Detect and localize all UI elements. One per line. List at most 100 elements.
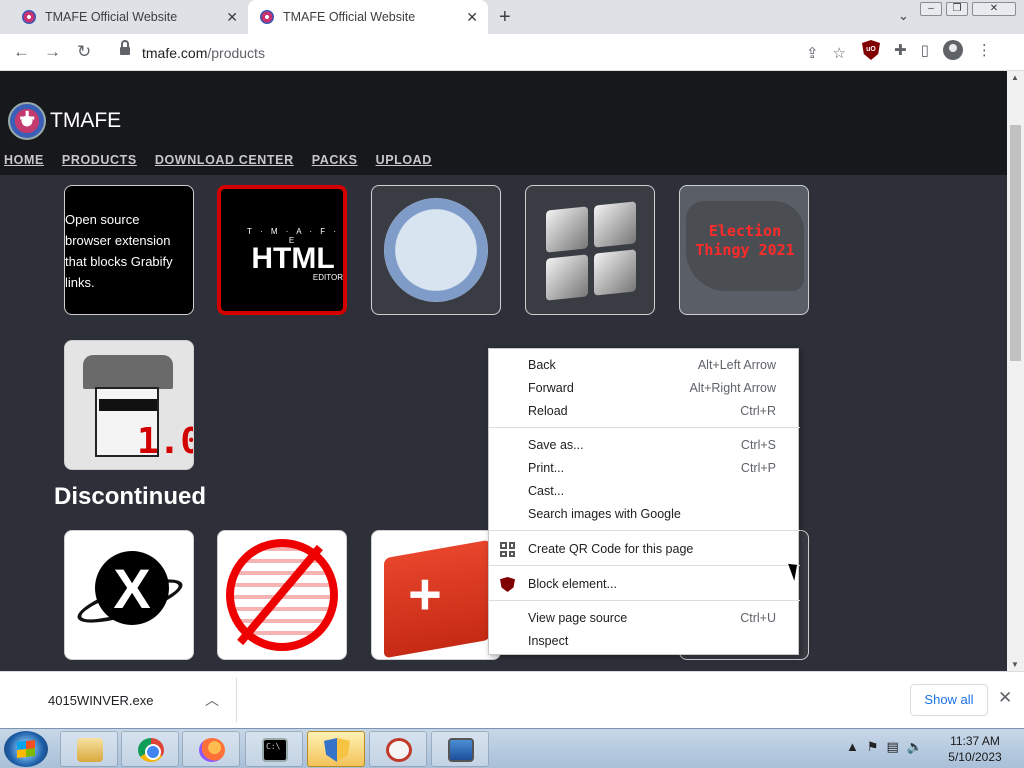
menu-label: Cast... [528,484,565,498]
start-button[interactable] [4,731,48,767]
product-tile-x-planet[interactable]: X [64,530,194,660]
window-controls: – ❐ ✕ [920,2,1016,16]
product-tile-grabify-blocker[interactable]: Open source browser extension that block… [64,185,194,315]
product-tile-html-editor[interactable]: T · M · A · F · E HTML EDITOR [217,185,347,315]
close-download-bar-icon[interactable]: ✕ [998,688,1012,708]
volume-icon[interactable]: 🔈 [907,739,923,755]
taskbar-security[interactable] [307,731,365,767]
lock-icon[interactable] [120,40,130,56]
command-prompt-icon: C:\ [262,738,288,762]
taskbar-snipping-tool[interactable] [369,731,427,767]
close-window-icon[interactable]: ✕ [972,2,1016,16]
url-text[interactable]: tmafe.com/products [142,45,265,61]
menu-separator [489,530,800,531]
scrollbar-thumb[interactable] [1010,125,1021,361]
clock-time: 11:37 AM [950,734,1000,748]
taskbar-cmd[interactable]: C:\ [245,731,303,767]
ublock-extension-icon[interactable]: uO [862,40,880,60]
menu-shortcut: Alt+Right Arrow [689,381,777,395]
page-scrollbar[interactable]: ▲ ▼ [1007,71,1024,671]
product-tile-calendar[interactable]: + [371,530,501,660]
product-tile-no-death[interactable] [217,530,347,660]
tab-search-chevron-icon[interactable]: ⌄ [898,8,909,24]
browser-window: TMAFE Official Website ✕ TMAFE Official … [0,0,1024,728]
menu-shortcut: Ctrl+U [740,611,776,625]
menu-item-reload[interactable]: Reload Ctrl+R [489,400,800,423]
monitor-icon [448,738,474,762]
folder-icon [77,738,103,762]
menu-item-cast[interactable]: Cast... [489,480,800,503]
tab-inactive[interactable]: TMAFE Official Website ✕ [0,0,248,34]
new-tab-icon[interactable]: + [499,6,511,29]
taskbar-explorer[interactable] [60,731,118,767]
download-item[interactable]: 4015WINVER.exe [48,693,154,708]
nav-home-link[interactable]: HOME [4,153,44,167]
restore-icon[interactable]: ❐ [946,2,968,16]
product-tile-election-thingy[interactable]: Election Thingy 2021 [679,185,809,315]
tab-active[interactable]: TMAFE Official Website ✕ [248,0,488,34]
close-tab-icon[interactable]: ✕ [466,9,478,26]
sunglasses-icon [99,399,157,411]
download-bar: 4015WINVER.exe ︿ Show all ✕ [0,671,1024,728]
system-clock[interactable]: 11:37 AM 5/10/2023 [946,733,1004,765]
menu-item-block-element[interactable]: Block element... [489,573,800,596]
bookmark-star-icon[interactable]: ☆ [833,44,846,62]
taskbar-firefox[interactable] [182,731,240,767]
side-panel-icon[interactable]: ▯ [921,41,929,59]
spy-version-label: 1.0 [137,421,193,462]
menu-item-search-images[interactable]: Search images with Google [489,503,800,526]
compass-icon [384,198,488,302]
menu-item-save-as[interactable]: Save as... Ctrl+S [489,434,800,457]
menu-label: Save as... [528,438,584,452]
back-icon[interactable]: ← [13,42,30,62]
context-menu: Back Alt+Left Arrow Forward Alt+Right Arro… [488,348,800,655]
menu-shortcut: Ctrl+S [740,438,776,452]
menu-item-view-page-source[interactable]: View page source Ctrl+U [489,607,800,630]
download-options-chevron-icon[interactable]: ︿ [205,690,219,710]
taskbar-remote-desktop[interactable] [431,731,489,767]
extensions-puzzle-icon[interactable]: ✚ [894,41,907,59]
site-brand[interactable]: TMAFE [50,109,121,133]
ublock-icon [500,577,515,592]
download-divider [236,678,237,722]
product-tile-compass[interactable] [371,185,501,315]
show-hidden-icons-icon[interactable]: ▲ [846,739,859,755]
url-path: /products [207,45,265,61]
menu-label: Search images with Google [528,507,681,521]
nav-packs-link[interactable]: PACKS [312,153,358,167]
scroll-down-icon[interactable]: ▼ [1011,660,1019,669]
menu-item-create-qr-code[interactable]: Create QR Code for this page [489,538,800,561]
address-bar[interactable]: tmafe.com/products ⇪ ☆ [106,38,846,67]
system-tray: ▲ ⚑ ▤ 🔈 [846,739,923,755]
site-nav: HOME PRODUCTS DOWNLOAD CENTER PACKS UPLO… [4,153,432,167]
menu-item-back[interactable]: Back Alt+Left Arrow [489,354,800,377]
action-center-flag-icon[interactable]: ⚑ [867,739,879,755]
reload-icon[interactable]: ↻ [77,42,91,62]
menu-item-forward[interactable]: Forward Alt+Right Arrow [489,377,800,400]
minimize-icon[interactable]: – [920,2,942,16]
product-tile-windows[interactable] [525,185,655,315]
menu-label: Create QR Code for this page [528,542,694,556]
site-favicon-icon [22,10,36,24]
share-icon[interactable]: ⇪ [806,44,819,62]
close-tab-icon[interactable]: ✕ [226,9,238,26]
product-tile-spy[interactable]: 1.0 [64,340,194,470]
clock-date: 5/10/2023 [948,750,1002,764]
profile-avatar-icon[interactable] [942,40,963,60]
nav-upload-link[interactable]: UPLOAD [376,153,432,167]
site-logo-icon[interactable] [8,102,46,140]
taskbar-chrome[interactable] [121,731,179,767]
nav-products-link[interactable]: PRODUCTS [62,153,137,167]
menu-item-inspect[interactable]: Inspect [489,630,800,653]
scroll-up-icon[interactable]: ▲ [1011,73,1019,82]
url-host: tmafe.com [142,45,208,61]
show-all-button[interactable]: Show all [910,684,988,716]
qr-code-icon [500,542,515,557]
menu-separator [489,565,800,566]
nav-download-center-link[interactable]: DOWNLOAD CENTER [155,153,294,167]
site-favicon-icon [260,10,274,24]
menu-item-print[interactable]: Print... Ctrl+P [489,457,800,480]
forward-icon[interactable]: → [44,42,61,62]
network-icon[interactable]: ▤ [887,739,899,755]
more-menu-icon[interactable]: ⋮ [977,41,992,59]
